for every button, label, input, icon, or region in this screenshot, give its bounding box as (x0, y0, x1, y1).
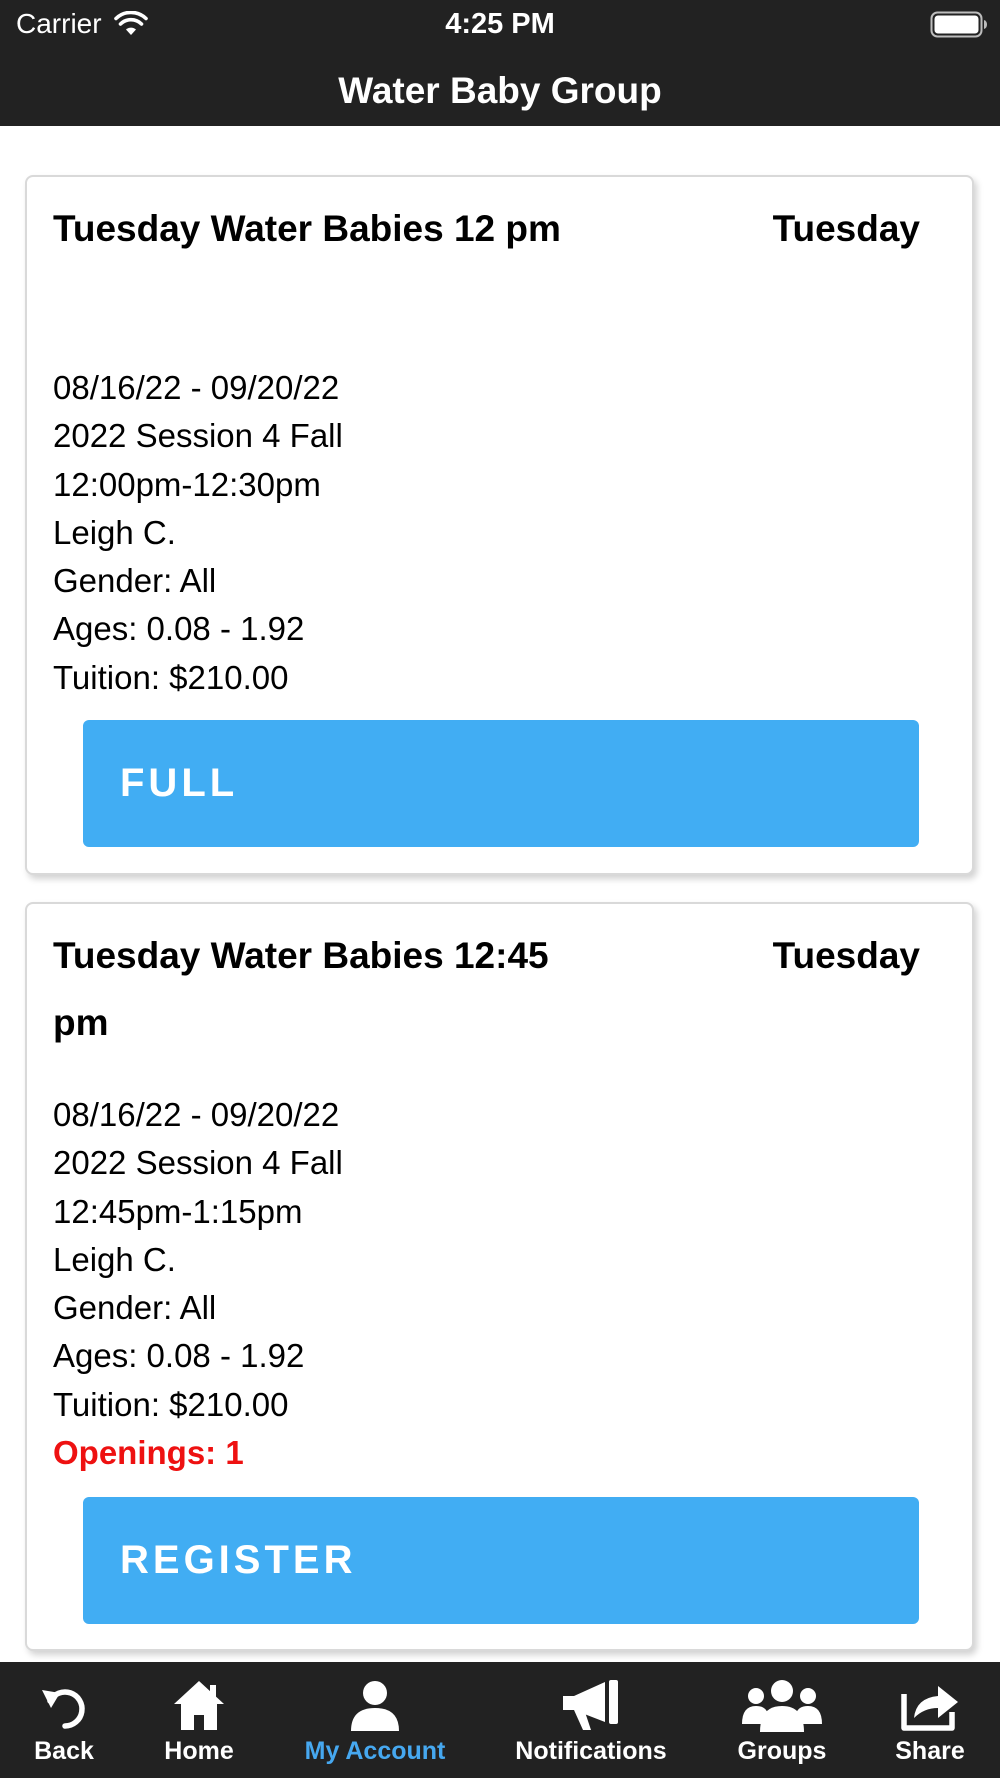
tab-back-label: Back (34, 1737, 94, 1765)
register-button-label: REGISTER (120, 1538, 357, 1582)
tab-groups-label: Groups (737, 1737, 827, 1765)
class-list[interactable]: Tuesday Water Babies 12 pm Tuesday 08/16… (0, 126, 1000, 1662)
full-button[interactable]: FULL (83, 720, 919, 847)
tab-bar: Back Home My Account Notifications Group… (0, 1662, 1000, 1778)
class-tuition: Tuition: $210.00 (53, 1385, 289, 1423)
group-icon (742, 1680, 822, 1732)
class-time: 12:45pm-1:15pm (53, 1192, 303, 1230)
tab-groups[interactable]: Groups (722, 1662, 842, 1778)
tab-share[interactable]: Share (880, 1662, 980, 1778)
class-details: 08/16/22 - 09/20/22 2022 Session 4 Fall … (53, 1091, 753, 1477)
navigation-bar: Water Baby Group (0, 50, 1000, 126)
openings-count: Openings: 1 (53, 1434, 244, 1472)
class-title: Tuesday Water Babies 12 pm (53, 208, 561, 249)
class-dates: 08/16/22 - 09/20/22 (53, 1096, 340, 1133)
tab-share-label: Share (895, 1737, 965, 1765)
class-gender: Gender: All (53, 1289, 217, 1327)
class-title: Tuesday Water Babies 12:45 pm (53, 935, 549, 1043)
page-title: Water Baby Group (338, 70, 662, 111)
tab-home-label: Home (164, 1737, 234, 1765)
class-gender: Gender: All (53, 562, 217, 600)
class-ages: Ages: 0.08 - 1.92 (53, 610, 305, 648)
class-dates: 08/16/22 - 09/20/22 (53, 369, 340, 406)
class-card: Tuesday Water Babies 12 pm Tuesday 08/16… (25, 175, 974, 875)
home-icon (174, 1681, 224, 1730)
tab-home[interactable]: Home (138, 1662, 260, 1778)
class-details: 08/16/22 - 09/20/22 2022 Session 4 Fall … (53, 364, 753, 702)
class-tuition: Tuition: $210.00 (53, 658, 289, 696)
tab-my-account-label: My Account (304, 1737, 446, 1765)
undo-arrow-icon (42, 1689, 85, 1729)
megaphone-icon (563, 1680, 618, 1730)
status-bar: Carrier 4:25 PM (0, 0, 1000, 50)
class-session: 2022 Session 4 Fall (53, 1144, 343, 1182)
class-session: 2022 Session 4 Fall (53, 417, 343, 455)
tab-back[interactable]: Back (0, 1662, 128, 1778)
tab-notifications[interactable]: Notifications (506, 1662, 676, 1778)
battery-icon (930, 11, 987, 38)
share-icon (901, 1686, 958, 1731)
class-ages: Ages: 0.08 - 1.92 (53, 1337, 305, 1375)
class-time: 12:00pm-12:30pm (53, 465, 321, 503)
tab-my-account[interactable]: My Account (290, 1662, 460, 1778)
full-button-label: FULL (120, 761, 239, 805)
class-card: Tuesday Water Babies 12:45 pm Tuesday 08… (25, 902, 974, 1651)
register-button[interactable]: REGISTER (83, 1497, 919, 1624)
class-day: Tuesday (772, 935, 920, 976)
person-icon (351, 1681, 399, 1731)
class-day: Tuesday (772, 208, 920, 249)
class-instructor: Leigh C. (53, 1240, 176, 1278)
tab-notifications-label: Notifications (515, 1737, 667, 1765)
class-instructor: Leigh C. (53, 513, 176, 551)
status-time: 4:25 PM (445, 8, 555, 40)
